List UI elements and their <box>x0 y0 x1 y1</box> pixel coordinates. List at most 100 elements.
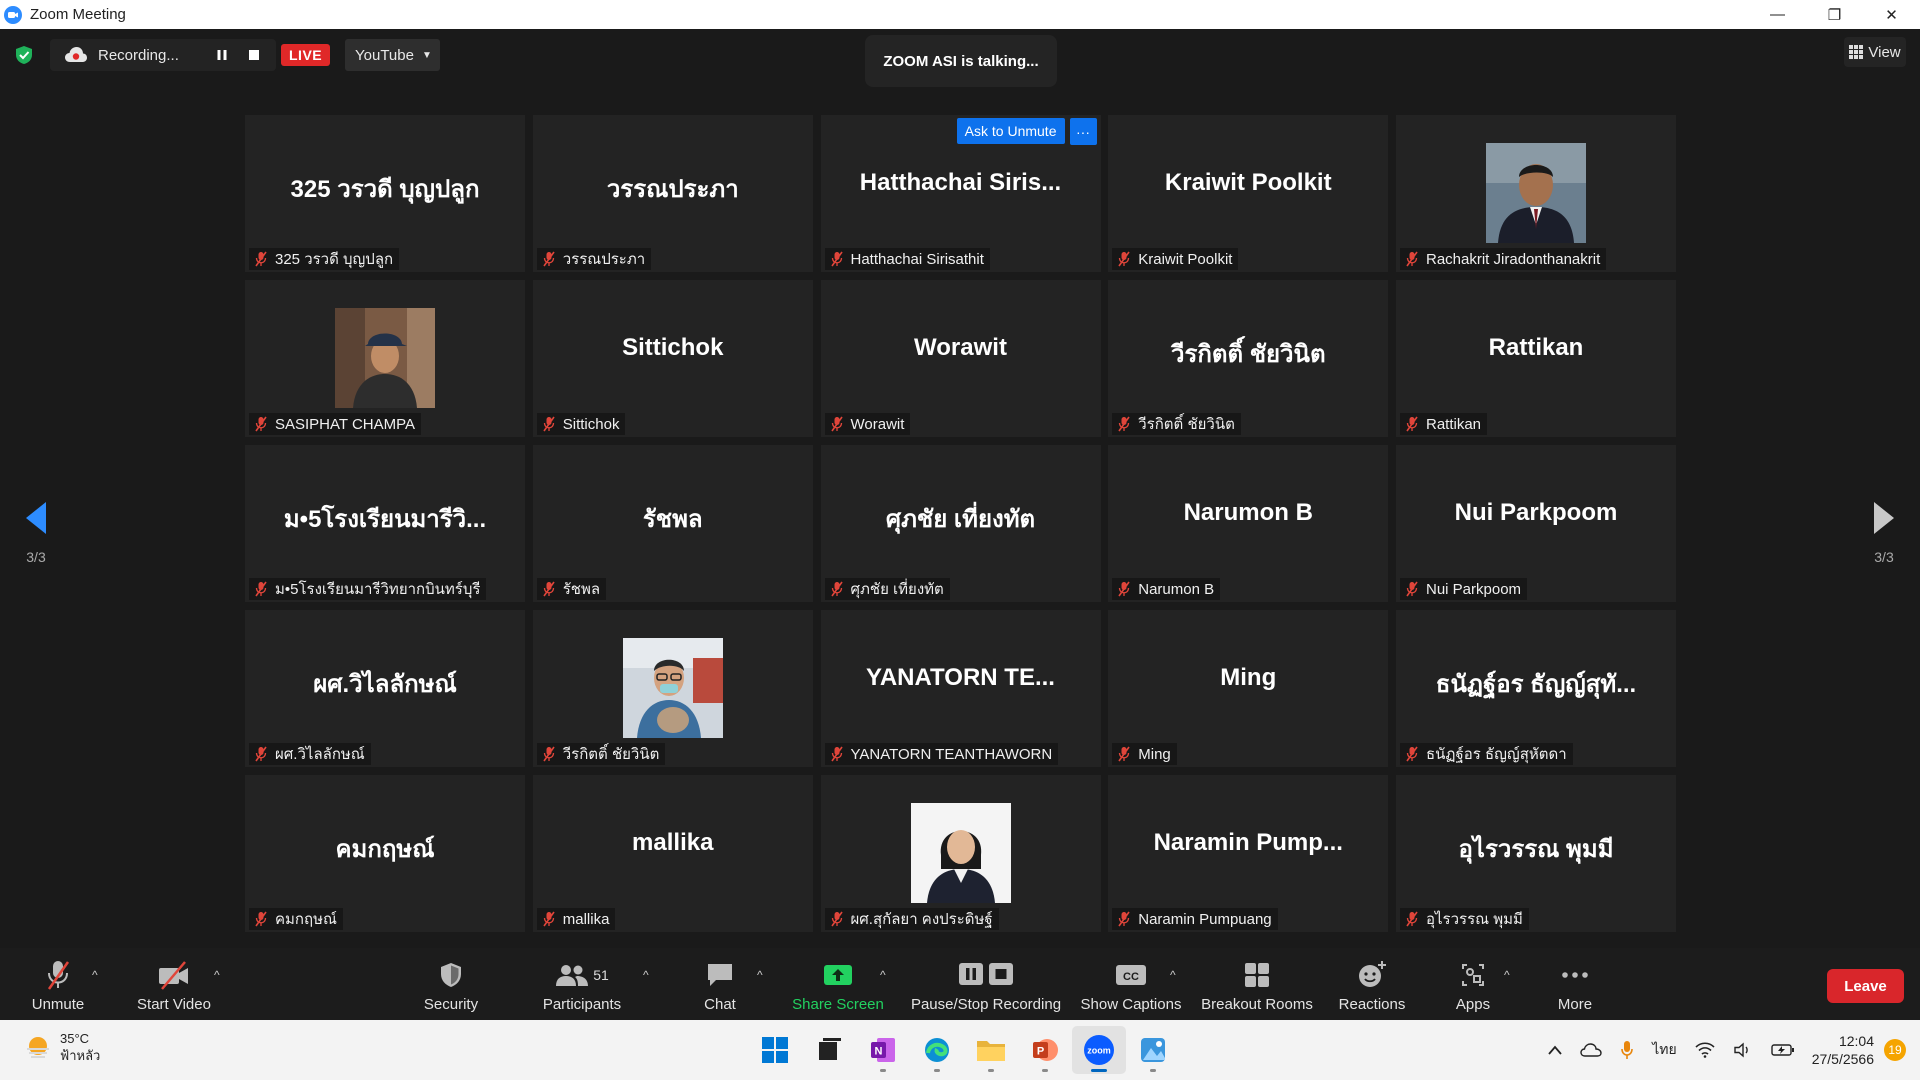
participant-tile[interactable]: mallika mallika <box>532 775 813 932</box>
participant-tile[interactable]: Narumon B Narumon B <box>1108 445 1389 602</box>
share-screen-arrow-icon <box>824 965 852 985</box>
pause-recording-icon[interactable] <box>214 47 230 63</box>
participant-tile[interactable]: วรรณประภา วรรณประภา <box>532 115 813 272</box>
minimize-button[interactable]: — <box>1749 0 1806 29</box>
start-video-button[interactable]: Start Video <box>134 948 214 1020</box>
participant-tile[interactable]: Worawit Worawit <box>820 280 1101 437</box>
restore-button[interactable]: ❐ <box>1806 0 1863 29</box>
participant-tile[interactable]: SASIPHAT CHAMPA <box>245 280 525 437</box>
pause-stop-recording-button[interactable]: Pause/Stop Recording <box>910 948 1062 1020</box>
participant-nameplate: Hatthachai Sirisathit <box>824 248 990 270</box>
participant-tile[interactable]: รัชพล รัชพล <box>532 445 813 602</box>
wifi-icon[interactable] <box>1695 1042 1715 1058</box>
participant-name: Rattikan <box>1426 415 1482 433</box>
microphone-muted-icon <box>543 416 555 432</box>
participant-tile[interactable]: วีรกิตติ์ ชัยวินิต <box>532 610 813 767</box>
breakout-rooms-button[interactable]: Breakout Rooms <box>1200 948 1314 1020</box>
microphone-muted-icon <box>1118 911 1130 927</box>
ask-to-unmute-button[interactable]: Ask to Unmute <box>956 118 1065 144</box>
participant-photo <box>910 803 1011 903</box>
taskbar-file-explorer[interactable] <box>964 1026 1018 1074</box>
onedrive-cloud-icon[interactable] <box>1580 1043 1602 1057</box>
leave-button[interactable]: Leave <box>1827 969 1904 1003</box>
encryption-shield-icon[interactable] <box>14 45 34 65</box>
taskbar-onenote[interactable]: N <box>856 1026 910 1074</box>
participant-tile[interactable]: ผศ.สุกัลยา คงประดิษฐ์ <box>820 775 1101 932</box>
participant-tile[interactable]: วีรกิตติ์ ชัยวินิต วีรกิตติ์ ชัยวินิต <box>1108 280 1389 437</box>
participant-tile[interactable]: Rachakrit Jiradonthanakrit <box>1396 115 1676 272</box>
participant-tile[interactable]: 325 วรวดี บุญปลูก 325 วรวดี บุญปลูก <box>245 115 525 272</box>
apps-button[interactable]: Apps <box>1454 948 1492 1020</box>
audio-options-caret-icon[interactable]: ^ <box>92 968 98 982</box>
previous-page-button[interactable]: 3/3 <box>18 500 54 565</box>
video-options-caret-icon[interactable]: ^ <box>214 968 220 982</box>
reactions-button[interactable]: Reactions <box>1338 948 1406 1020</box>
participant-tile[interactable]: ผศ.วิไลลักษณ์ ผศ.วิไลลักษณ์ <box>245 610 525 767</box>
chat-options-caret-icon[interactable]: ^ <box>757 968 763 982</box>
clock[interactable]: 12:04 27/5/2566 <box>1812 1032 1874 1068</box>
battery-charging-icon[interactable] <box>1771 1043 1795 1057</box>
live-badge[interactable]: LIVE <box>281 44 331 66</box>
participant-name: คมกฤษณ์ <box>275 911 337 928</box>
close-button[interactable]: ✕ <box>1863 0 1920 29</box>
stop-recording-icon[interactable] <box>246 47 262 63</box>
share-options-caret-icon[interactable]: ^ <box>880 968 886 982</box>
svg-text:zoom: zoom <box>1087 1046 1111 1056</box>
show-captions-button[interactable]: CC Show Captions <box>1080 948 1182 1020</box>
participant-tile[interactable]: ศุภชัย เที่ยงทัต ศุภชัย เที่ยงทัต <box>820 445 1101 602</box>
participant-more-options-button[interactable]: ··· <box>1069 118 1097 145</box>
participant-nameplate: Sittichok <box>536 413 626 435</box>
unmute-button[interactable]: Unmute <box>24 948 92 1020</box>
hazy-sun-icon <box>27 1037 49 1058</box>
taskbar-zoom[interactable]: zoom <box>1072 1026 1126 1074</box>
volume-icon[interactable] <box>1733 1042 1753 1058</box>
share-screen-button[interactable]: Share Screen <box>790 948 886 1020</box>
participant-tile[interactable]: ธนัฏฐ์อร ธัญญ์สุทั... ธนัฏฐ์อร ธัญญ์สุหัต… <box>1396 610 1676 767</box>
taskbar-start-button[interactable] <box>748 1026 802 1074</box>
participant-tile[interactable]: Rattikan Rattikan <box>1396 280 1676 437</box>
participant-tile[interactable]: คมกฤษณ์ คมกฤษณ์ <box>245 775 525 932</box>
input-language[interactable]: ไทย <box>1652 1039 1676 1061</box>
participant-tile[interactable]: อุไรวรรณ พุมมี อุไรวรรณ พุมมี <box>1396 775 1676 932</box>
participant-tile[interactable]: Naramin Pump... Naramin Pumpuang <box>1108 775 1389 932</box>
more-button[interactable]: More <box>1554 948 1596 1020</box>
participant-name: Narumon B <box>1138 580 1215 598</box>
participant-display-name: Naramin Pump... <box>1153 829 1343 856</box>
security-button[interactable]: Security <box>420 948 482 1020</box>
participants-options-caret-icon[interactable]: ^ <box>643 968 649 982</box>
participant-tile[interactable]: Kraiwit Poolkit Kraiwit Poolkit <box>1108 115 1389 272</box>
show-hidden-icons-chevron-icon[interactable] <box>1548 1045 1562 1055</box>
meeting-top-bar: Recording... LIVE YouTube ▼ ZOOM ASI is … <box>0 29 1920 87</box>
participant-tile[interactable]: YANATORN TE... YANATORN TEANTHAWORN <box>820 610 1101 767</box>
taskbar-edge[interactable] <box>910 1026 964 1074</box>
chat-button[interactable]: Chat <box>700 948 740 1020</box>
stream-target-dropdown[interactable]: YouTube ▼ <box>345 39 440 71</box>
windows-taskbar: 35°C ฟ้าหลัว N P zoom ไทย 12:04 27/5/256… <box>0 1020 1920 1080</box>
next-page-button[interactable]: 3/3 <box>1866 500 1902 565</box>
participants-button[interactable]: 51 Participants <box>538 948 626 1020</box>
microphone-muted-icon <box>255 581 267 597</box>
participant-tile[interactable]: Nui Parkpoom Nui Parkpoom <box>1396 445 1676 602</box>
captions-options-caret-icon[interactable]: ^ <box>1170 968 1176 982</box>
participant-nameplate: 325 วรวดี บุญปลูก <box>249 248 400 270</box>
notification-badge[interactable]: 19 <box>1884 1039 1906 1061</box>
apps-options-caret-icon[interactable]: ^ <box>1504 968 1510 982</box>
participant-display-name: ธนัฏฐ์อร ธัญญ์สุทั... <box>1435 671 1637 698</box>
window-title: Zoom Meeting <box>30 6 126 23</box>
weather-widget[interactable]: 35°C ฟ้าหลัว <box>24 1030 100 1064</box>
security-label: Security <box>423 996 479 1013</box>
windows-logo-icon <box>762 1037 788 1063</box>
participant-tile[interactable]: Ming Ming <box>1108 610 1389 767</box>
participant-tile[interactable]: Sittichok Sittichok <box>532 280 813 437</box>
taskbar-powerpoint[interactable]: P <box>1018 1026 1072 1074</box>
microphone-muted-icon <box>47 961 70 990</box>
view-button[interactable]: View <box>1844 37 1906 67</box>
taskbar-photos[interactable] <box>1126 1026 1180 1074</box>
participant-display-name: วีรกิตติ์ ชัยวินิต <box>1170 341 1326 368</box>
participant-tile[interactable]: Hatthachai Siris... Ask to Unmute ··· Hatth… <box>820 115 1101 272</box>
microphone-in-use-icon[interactable] <box>1620 1040 1634 1060</box>
participant-tile[interactable]: ม•5โรงเรียนมารีวิ... ม•5โรงเรียนมารีวิทยา… <box>245 445 525 602</box>
arrow-right-icon <box>1874 502 1894 534</box>
gallery-view-grid: 325 วรวดี บุญปลูก 325 วรวดี บุญปลูก วรรณปร… <box>245 115 1676 932</box>
taskbar-task-view[interactable] <box>802 1026 856 1074</box>
